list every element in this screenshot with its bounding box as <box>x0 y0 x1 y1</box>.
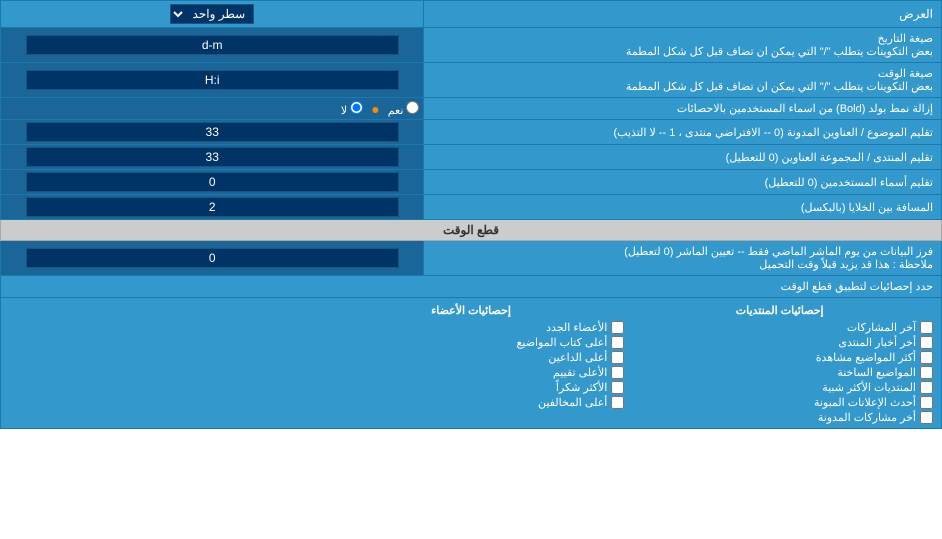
top-select-cell: سطر واحدسطرينثلاثة أسطر <box>1 1 424 28</box>
col2-title: إحصائيات الأعضاء <box>318 302 625 319</box>
trim-forum-input[interactable] <box>26 147 399 167</box>
radio-no[interactable] <box>350 101 363 114</box>
stat-item-m6: أعلى المخالفين <box>318 396 625 409</box>
stat-item-6: أحدث الإعلانات المبونة <box>626 396 933 409</box>
trim-topic-input-cell <box>1 120 424 145</box>
stat-item-5: المنتديات الأكثر شبية <box>626 381 933 394</box>
top-label: العرض <box>424 1 942 28</box>
stat-item-m1: الأعضاء الجدد <box>318 321 625 334</box>
stat-checkbox-4[interactable] <box>920 366 933 379</box>
cell-spacing-input[interactable] <box>26 197 399 217</box>
time-format-label: صيغة الوقت بعض التكوينات يتطلب "/" التي … <box>424 63 942 98</box>
stat-item-3: أكثر المواضيع مشاهدة <box>626 351 933 364</box>
top-select[interactable]: سطر واحدسطرينثلاثة أسطر <box>170 4 254 24</box>
stat-label-m4: الأعلى تقييم <box>553 366 607 379</box>
stat-label-4: المواضيع الساخنة <box>837 366 916 379</box>
stat-checkbox-m5[interactable] <box>611 381 624 394</box>
cutoff-input[interactable] <box>26 248 399 268</box>
trim-topic-label: تقليم الموضوع / العناوين المدونة (0 -- ا… <box>424 120 942 145</box>
cell-spacing-label: المسافة بين الخلايا (بالبكسل) <box>424 195 942 220</box>
stat-checkbox-7[interactable] <box>920 411 933 424</box>
date-format-label: صيغة التاريخ بعض التكوينات يتطلب "/" الت… <box>424 28 942 63</box>
stat-checkbox-2[interactable] <box>920 336 933 349</box>
radio-no-label: لا <box>341 101 363 117</box>
radio-yes[interactable] <box>406 101 419 114</box>
col1-title: إحصائيات المنتديات <box>626 302 933 319</box>
cutoff-row: فرز البيانات من يوم الماشر الماضي فقط --… <box>1 241 942 276</box>
trim-topic-input[interactable] <box>26 122 399 142</box>
stat-item-m5: الأكثر شكراً <box>318 381 625 394</box>
trim-topic-row: تقليم الموضوع / العناوين المدونة (0 -- ا… <box>1 120 942 145</box>
trim-users-input[interactable] <box>26 172 399 192</box>
trim-users-row: تقليم أسماء المستخدمين (0 للتعطيل) <box>1 170 942 195</box>
trim-users-input-cell <box>1 170 424 195</box>
trim-forum-row: تقليم المنتدى / المجموعة العناوين (0 للت… <box>1 145 942 170</box>
stat-checkbox-5[interactable] <box>920 381 933 394</box>
stat-item-2: أخر أخبار المنتدى <box>626 336 933 349</box>
bold-remove-row: إزالة نمط بولد (Bold) من اسماء المستخدمي… <box>1 98 942 120</box>
stat-label-m1: الأعضاء الجدد <box>546 321 607 334</box>
trim-forum-label: تقليم المنتدى / المجموعة العناوين (0 للت… <box>424 145 942 170</box>
stat-checkbox-m3[interactable] <box>611 351 624 364</box>
stat-label-m2: أعلى كتاب المواضيع <box>517 336 608 349</box>
stat-checkbox-m1[interactable] <box>611 321 624 334</box>
stat-item-m4: الأعلى تقييم <box>318 366 625 379</box>
stats-col-members: إحصائيات الأعضاء الأعضاء الجدد أعلى كتاب… <box>318 302 625 424</box>
stat-item-m2: أعلى كتاب المواضيع <box>318 336 625 349</box>
stat-checkbox-m4[interactable] <box>611 366 624 379</box>
trim-users-label: تقليم أسماء المستخدمين (0 للتعطيل) <box>424 170 942 195</box>
limit-label: حدد إحصائيات لتطبيق قطع الوقت <box>1 276 942 298</box>
cell-spacing-input-cell <box>1 195 424 220</box>
date-format-input[interactable] <box>26 35 399 55</box>
time-format-input-cell <box>1 63 424 98</box>
date-format-row: صيغة التاريخ بعض التكوينات يتطلب "/" الت… <box>1 28 942 63</box>
stat-label-1: آخر المشاركات <box>847 321 916 334</box>
stat-label-6: أحدث الإعلانات المبونة <box>814 396 916 409</box>
time-format-input[interactable] <box>26 70 399 90</box>
stat-label-2: أخر أخبار المنتدى <box>838 336 916 349</box>
bold-remove-label: إزالة نمط بولد (Bold) من اسماء المستخدمي… <box>424 98 942 120</box>
cell-spacing-row: المسافة بين الخلايا (بالبكسل) <box>1 195 942 220</box>
section-title: قطع الوقت <box>1 220 942 241</box>
stat-label-m5: الأكثر شكراً <box>556 381 607 394</box>
cutoff-label: فرز البيانات من يوم الماشر الماضي فقط --… <box>424 241 942 276</box>
stat-checkbox-3[interactable] <box>920 351 933 364</box>
col3-title <box>9 302 316 306</box>
bold-remove-radio-cell: نعم ● لا <box>1 98 424 120</box>
stat-item-m3: أعلى الداعين <box>318 351 625 364</box>
cutoff-input-cell <box>1 241 424 276</box>
stat-label-3: أكثر المواضيع مشاهدة <box>816 351 916 364</box>
stats-col-forums: إحصائيات المنتديات آخر المشاركات أخر أخب… <box>626 302 933 424</box>
radio-yes-label: نعم <box>388 101 420 117</box>
stat-checkbox-1[interactable] <box>920 321 933 334</box>
stat-label-m3: أعلى الداعين <box>548 351 607 364</box>
stat-item-4: المواضيع الساخنة <box>626 366 933 379</box>
stat-label-5: المنتديات الأكثر شبية <box>822 381 916 394</box>
stat-item-1: آخر المشاركات <box>626 321 933 334</box>
time-format-row: صيغة الوقت بعض التكوينات يتطلب "/" التي … <box>1 63 942 98</box>
limit-label-row: حدد إحصائيات لتطبيق قطع الوقت <box>1 276 942 298</box>
stat-label-7: أخر مشاركات المدونة <box>818 411 916 424</box>
stat-checkbox-m6[interactable] <box>611 396 624 409</box>
stat-label-m6: أعلى المخالفين <box>538 396 607 409</box>
stat-item-7: أخر مشاركات المدونة <box>626 411 933 424</box>
stats-col-extra <box>9 302 316 424</box>
stat-checkbox-m2[interactable] <box>611 336 624 349</box>
stats-section: إحصائيات المنتديات آخر المشاركات أخر أخب… <box>1 298 942 429</box>
section-title-row: قطع الوقت <box>1 220 942 241</box>
date-format-input-cell <box>1 28 424 63</box>
stat-checkbox-6[interactable] <box>920 396 933 409</box>
stats-grid: إحصائيات المنتديات آخر المشاركات أخر أخب… <box>9 302 933 424</box>
trim-forum-input-cell <box>1 145 424 170</box>
stats-row: إحصائيات المنتديات آخر المشاركات أخر أخب… <box>1 298 942 429</box>
top-row: العرض سطر واحدسطرينثلاثة أسطر <box>1 1 942 28</box>
